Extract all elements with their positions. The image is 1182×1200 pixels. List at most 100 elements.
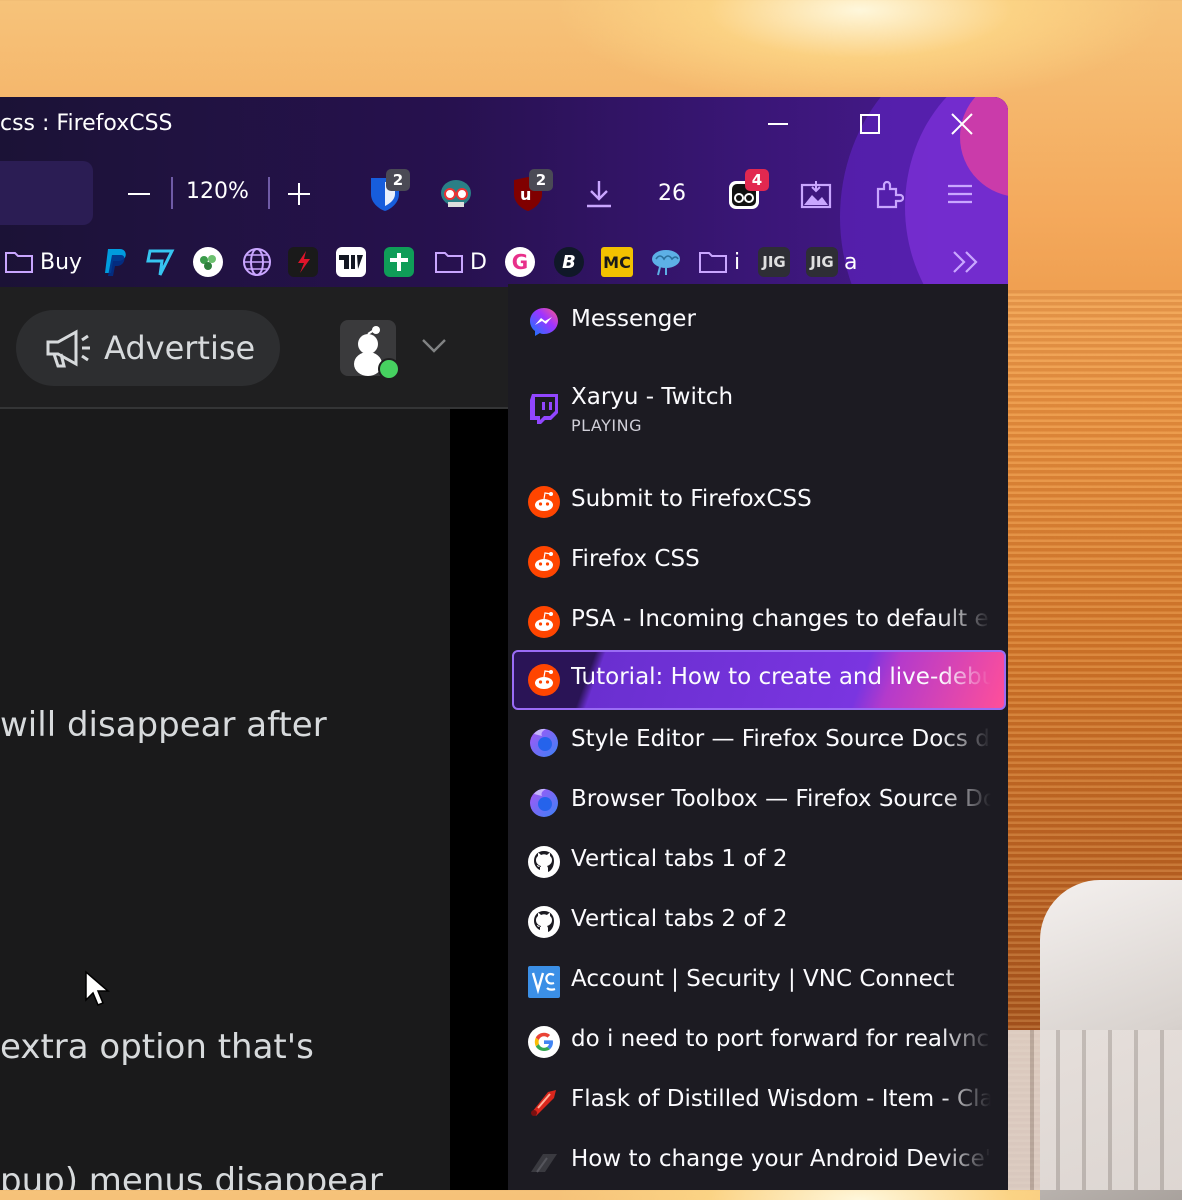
tab-item[interactable]: Firefox CSS [508, 532, 1008, 592]
bitwarden-badge: 2 [386, 169, 410, 191]
tab-title: PSA - Incoming changes to default elemen… [571, 606, 991, 632]
tab-title: How to change your Android Device's name [571, 1146, 991, 1172]
bookmark-jig-a[interactable]: JIG a [806, 242, 857, 282]
zoom-out-button[interactable] [120, 177, 158, 211]
minimize-icon [768, 123, 788, 125]
divider [171, 177, 173, 209]
bookmark-folder-buy[interactable]: Buy [4, 242, 82, 282]
bookmark-brain[interactable] [650, 242, 682, 282]
downloads-button[interactable] [576, 171, 622, 217]
tab-item[interactable]: Submit to FirefoxCSS [508, 472, 1008, 532]
menu-button[interactable] [937, 171, 983, 217]
bookmark-tradingview[interactable] [336, 242, 366, 282]
bookmark-tree[interactable] [192, 242, 224, 282]
bookmark-wise[interactable] [144, 242, 176, 282]
tab-item[interactable]: Browser Toolbox — Firefox Source Docs [508, 772, 1008, 832]
bookmark-b-blue[interactable]: B [554, 242, 584, 282]
bookmarks-overflow-button[interactable] [950, 242, 982, 282]
bookmark-mc[interactable]: MC [601, 242, 633, 282]
bookmark-paypal[interactable] [100, 242, 128, 282]
mouse-cursor-icon [84, 970, 111, 1012]
bookmark-label: Buy [40, 249, 83, 275]
browser-chrome: css : FirefoxCSS 120% 2 u 2 26 4 Buy D G… [0, 97, 1008, 287]
android-icon [531, 1154, 557, 1173]
bookmark-jig[interactable]: JIG [758, 242, 790, 282]
github-icon [528, 846, 560, 878]
tab-item[interactable]: PSA - Incoming changes to default elemen… [508, 592, 1008, 652]
jig-icon: JIG [758, 247, 790, 277]
minus-icon [128, 193, 150, 195]
bitwarden-button[interactable]: 2 [362, 169, 410, 217]
advertise-button[interactable]: Advertise [16, 310, 280, 386]
reddit-icon [528, 546, 560, 578]
window-title: css : FirefoxCSS [0, 111, 173, 136]
green-plus-icon [384, 247, 414, 277]
tab-status-playing: PLAYING [571, 416, 642, 435]
extensions-button[interactable] [866, 171, 912, 217]
chevron-double-right-icon [953, 251, 978, 273]
paypal-icon [105, 249, 126, 276]
post-text-line: will disappear after [0, 705, 327, 745]
tab-item[interactable]: Messenger [508, 292, 1008, 352]
close-button[interactable] [940, 105, 984, 143]
sidebar-gap [450, 409, 508, 1190]
post-text-line: pup) menus disappear [0, 1161, 383, 1190]
folder-icon [699, 252, 727, 273]
bookmark-green-plus[interactable] [384, 242, 414, 282]
tab-title: Messenger [571, 306, 696, 332]
tab-item[interactable]: Xaryu - Twitch PLAYING [508, 370, 1008, 448]
mc-icon: MC [601, 247, 633, 277]
post-text-line: extra option that's [0, 1027, 314, 1067]
divider [268, 177, 270, 209]
bookmark-folder-i[interactable]: i [698, 242, 740, 282]
tab-title: Xaryu - Twitch [571, 384, 734, 410]
maximize-button[interactable] [848, 105, 892, 143]
zoom-in-button[interactable] [282, 177, 316, 211]
screenshot-button[interactable] [793, 171, 839, 217]
bookmark-red-app[interactable] [288, 242, 318, 282]
tab-item[interactable]: Flask of Distilled Wisdom - Item - Class… [508, 1072, 1008, 1132]
notifier-button[interactable]: 4 [721, 169, 769, 217]
notifier-badge: 4 [745, 169, 769, 191]
github-icon [528, 906, 560, 938]
ublock-origin-button[interactable]: u 2 [505, 169, 553, 217]
web-page: Advertise will disappear after extra opt… [0, 287, 508, 1190]
tab-title: Firefox CSS [571, 546, 700, 572]
puzzle-icon [876, 180, 904, 209]
background-airplane-body [1008, 1030, 1182, 1190]
bookmark-label: D [470, 249, 487, 275]
megaphone-icon [46, 329, 90, 368]
tab-title: Vertical tabs 2 of 2 [571, 906, 788, 932]
glasses-extension-button[interactable] [433, 171, 479, 217]
online-status-badge [378, 358, 400, 380]
bookmark-globe[interactable] [241, 242, 273, 282]
download-icon [587, 181, 611, 208]
folder-icon [435, 252, 463, 273]
tab-title: Submit to FirefoxCSS [571, 486, 812, 512]
maximize-icon [860, 114, 880, 134]
tab-item[interactable]: How to change your Android Device's name [508, 1132, 1008, 1190]
bookmark-g-pink[interactable]: G [505, 242, 535, 282]
folder-icon [5, 252, 33, 273]
b-blue-icon: B [554, 247, 584, 277]
hamburger-icon [948, 184, 972, 204]
minimize-button[interactable] [756, 105, 800, 143]
bookmark-label: i [734, 249, 741, 275]
tab-item[interactable]: Vertical tabs 1 of 2 [508, 832, 1008, 892]
user-menu-dropdown[interactable] [420, 337, 448, 359]
globe-icon [243, 248, 271, 276]
counter-label[interactable]: 26 [658, 181, 686, 206]
tab-item[interactable]: Vertical tabs 2 of 2 [508, 892, 1008, 952]
post-body: will disappear after extra option that's… [0, 409, 450, 1190]
google-icon [528, 1026, 560, 1058]
tab-item-selected[interactable]: Tutorial: How to create and live-debug [512, 650, 1006, 710]
bookmark-folder-d[interactable]: D [434, 242, 487, 282]
reddit-icon [528, 664, 560, 696]
tab-item[interactable]: Style Editor — Firefox Source Docs docum… [508, 712, 1008, 772]
red-app-icon [288, 247, 318, 277]
vnc-icon [528, 966, 560, 998]
tab-item[interactable]: do i need to port forward for realvnc cl… [508, 1012, 1008, 1072]
tab-item[interactable]: Account | Security | VNC Connect [508, 952, 1008, 1012]
zoom-level[interactable]: 120% [186, 179, 249, 204]
url-bar[interactable] [0, 161, 93, 225]
